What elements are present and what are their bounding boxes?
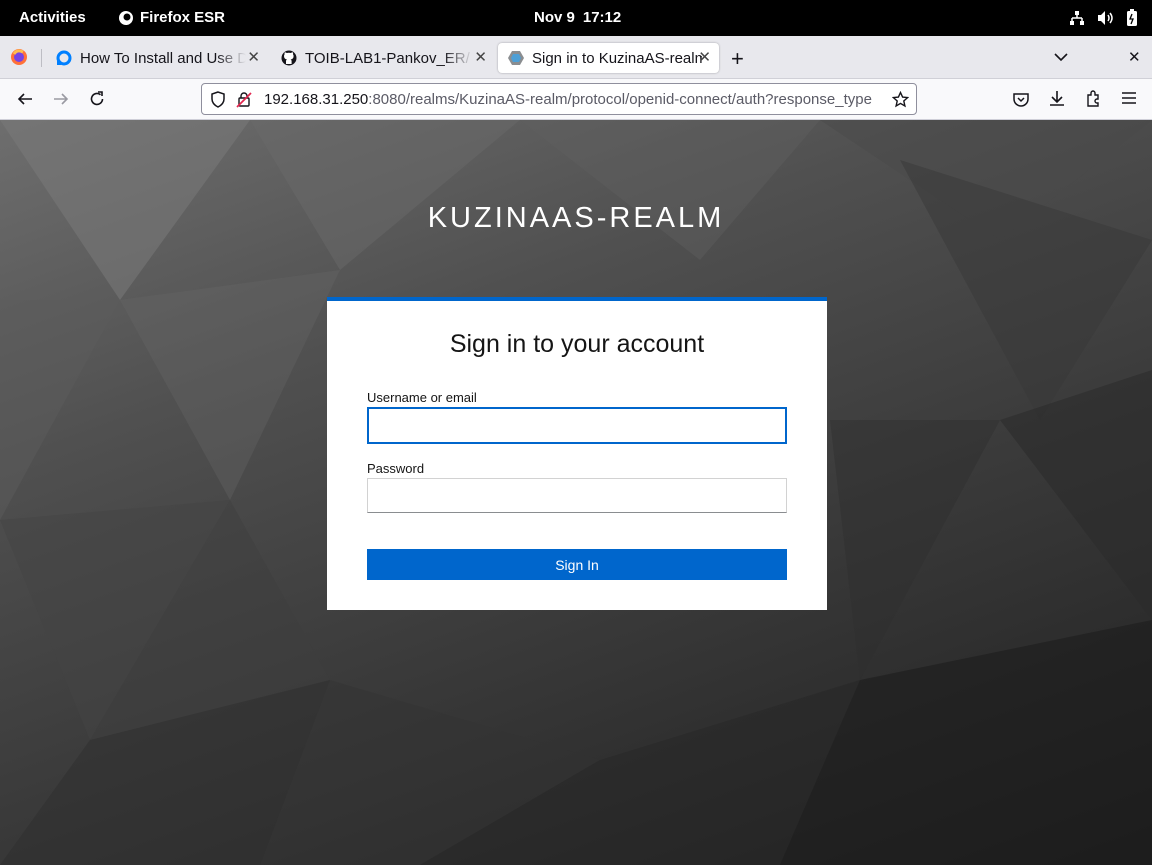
battery-icon: [1127, 9, 1137, 26]
close-tab-icon[interactable]: ✕: [474, 48, 487, 66]
app-menu[interactable]: Firefox ESR: [118, 9, 225, 26]
tab-digitalocean[interactable]: How To Install and Use Do ✕: [46, 43, 268, 73]
pocket-icon[interactable]: [1013, 91, 1029, 107]
tab-strip: How To Install and Use Do ✕ TOIB-LAB1-Pa…: [0, 36, 1152, 79]
reload-button[interactable]: [87, 89, 107, 109]
firefox-view-icon[interactable]: [10, 48, 28, 66]
url-text[interactable]: 192.168.31.250:8080/realms/KuzinaAS-real…: [264, 91, 884, 108]
login-card: Sign in to your account Username or emai…: [327, 297, 827, 610]
tab-fade: [216, 43, 246, 73]
navigation-bar: 192.168.31.250:8080/realms/KuzinaAS-real…: [0, 79, 1152, 120]
clock[interactable]: Nov 9 17:12: [534, 9, 621, 26]
forward-button[interactable]: [51, 89, 71, 109]
volume-icon: [1098, 10, 1113, 25]
back-arrow-icon: [17, 93, 32, 105]
tab-fade: [443, 43, 473, 73]
url-path: :8080/realms/KuzinaAS-realm/protocol/ope…: [368, 91, 872, 108]
tab-title: Sign in to KuzinaAS-realm: [532, 49, 702, 67]
reload-icon: [90, 91, 104, 106]
forward-arrow-icon: [54, 93, 69, 105]
network-icon: [1070, 10, 1084, 25]
clock-time: 17:12: [582, 9, 622, 26]
gnome-top-bar: Activities Firefox ESR Nov 9 17:12: [0, 0, 1152, 36]
tracking-protection-shield-icon[interactable]: [210, 91, 226, 108]
close-tab-icon[interactable]: ✕: [698, 48, 711, 66]
keycloak-icon: [508, 51, 524, 65]
back-button[interactable]: [15, 89, 35, 109]
clock-date: Nov 9: [534, 9, 575, 26]
activities-button[interactable]: Activities: [19, 9, 86, 26]
tab-github[interactable]: TOIB-LAB1-Pankov_ER/N ✕: [271, 43, 495, 73]
list-all-tabs-icon[interactable]: [1054, 52, 1068, 62]
password-input[interactable]: [367, 478, 787, 513]
login-title: Sign in to your account: [449, 330, 705, 358]
digitalocean-icon: [56, 50, 72, 66]
app-name: Firefox ESR: [140, 9, 226, 26]
tab-keycloak-signin[interactable]: Sign in to KuzinaAS-realm ✕: [498, 43, 719, 73]
github-icon: [281, 50, 297, 66]
close-window-button[interactable]: ✕: [1128, 48, 1141, 66]
new-tab-button[interactable]: +: [731, 46, 744, 72]
username-input[interactable]: [367, 407, 787, 444]
system-tray[interactable]: [1069, 9, 1138, 26]
firefox-app-icon: [119, 10, 133, 25]
bookmark-star-icon[interactable]: [892, 91, 909, 108]
downloads-icon[interactable]: [1049, 90, 1065, 107]
insecure-lock-icon[interactable]: [236, 91, 252, 108]
close-tab-icon[interactable]: ✕: [247, 48, 260, 66]
extensions-icon[interactable]: [1085, 90, 1102, 107]
page-content: KUZINAAS-REALM Sign in to your account U…: [0, 120, 1152, 865]
realm-name: KUZINAAS-REALM: [427, 202, 725, 234]
sign-in-button[interactable]: Sign In: [367, 549, 787, 580]
hamburger-menu-icon[interactable]: [1122, 92, 1136, 104]
url-bar[interactable]: 192.168.31.250:8080/realms/KuzinaAS-real…: [201, 83, 917, 115]
username-label: Username or email: [367, 390, 477, 405]
password-label: Password: [367, 461, 425, 476]
tab-separator: [41, 49, 42, 67]
url-host: 192.168.31.250: [264, 91, 369, 108]
